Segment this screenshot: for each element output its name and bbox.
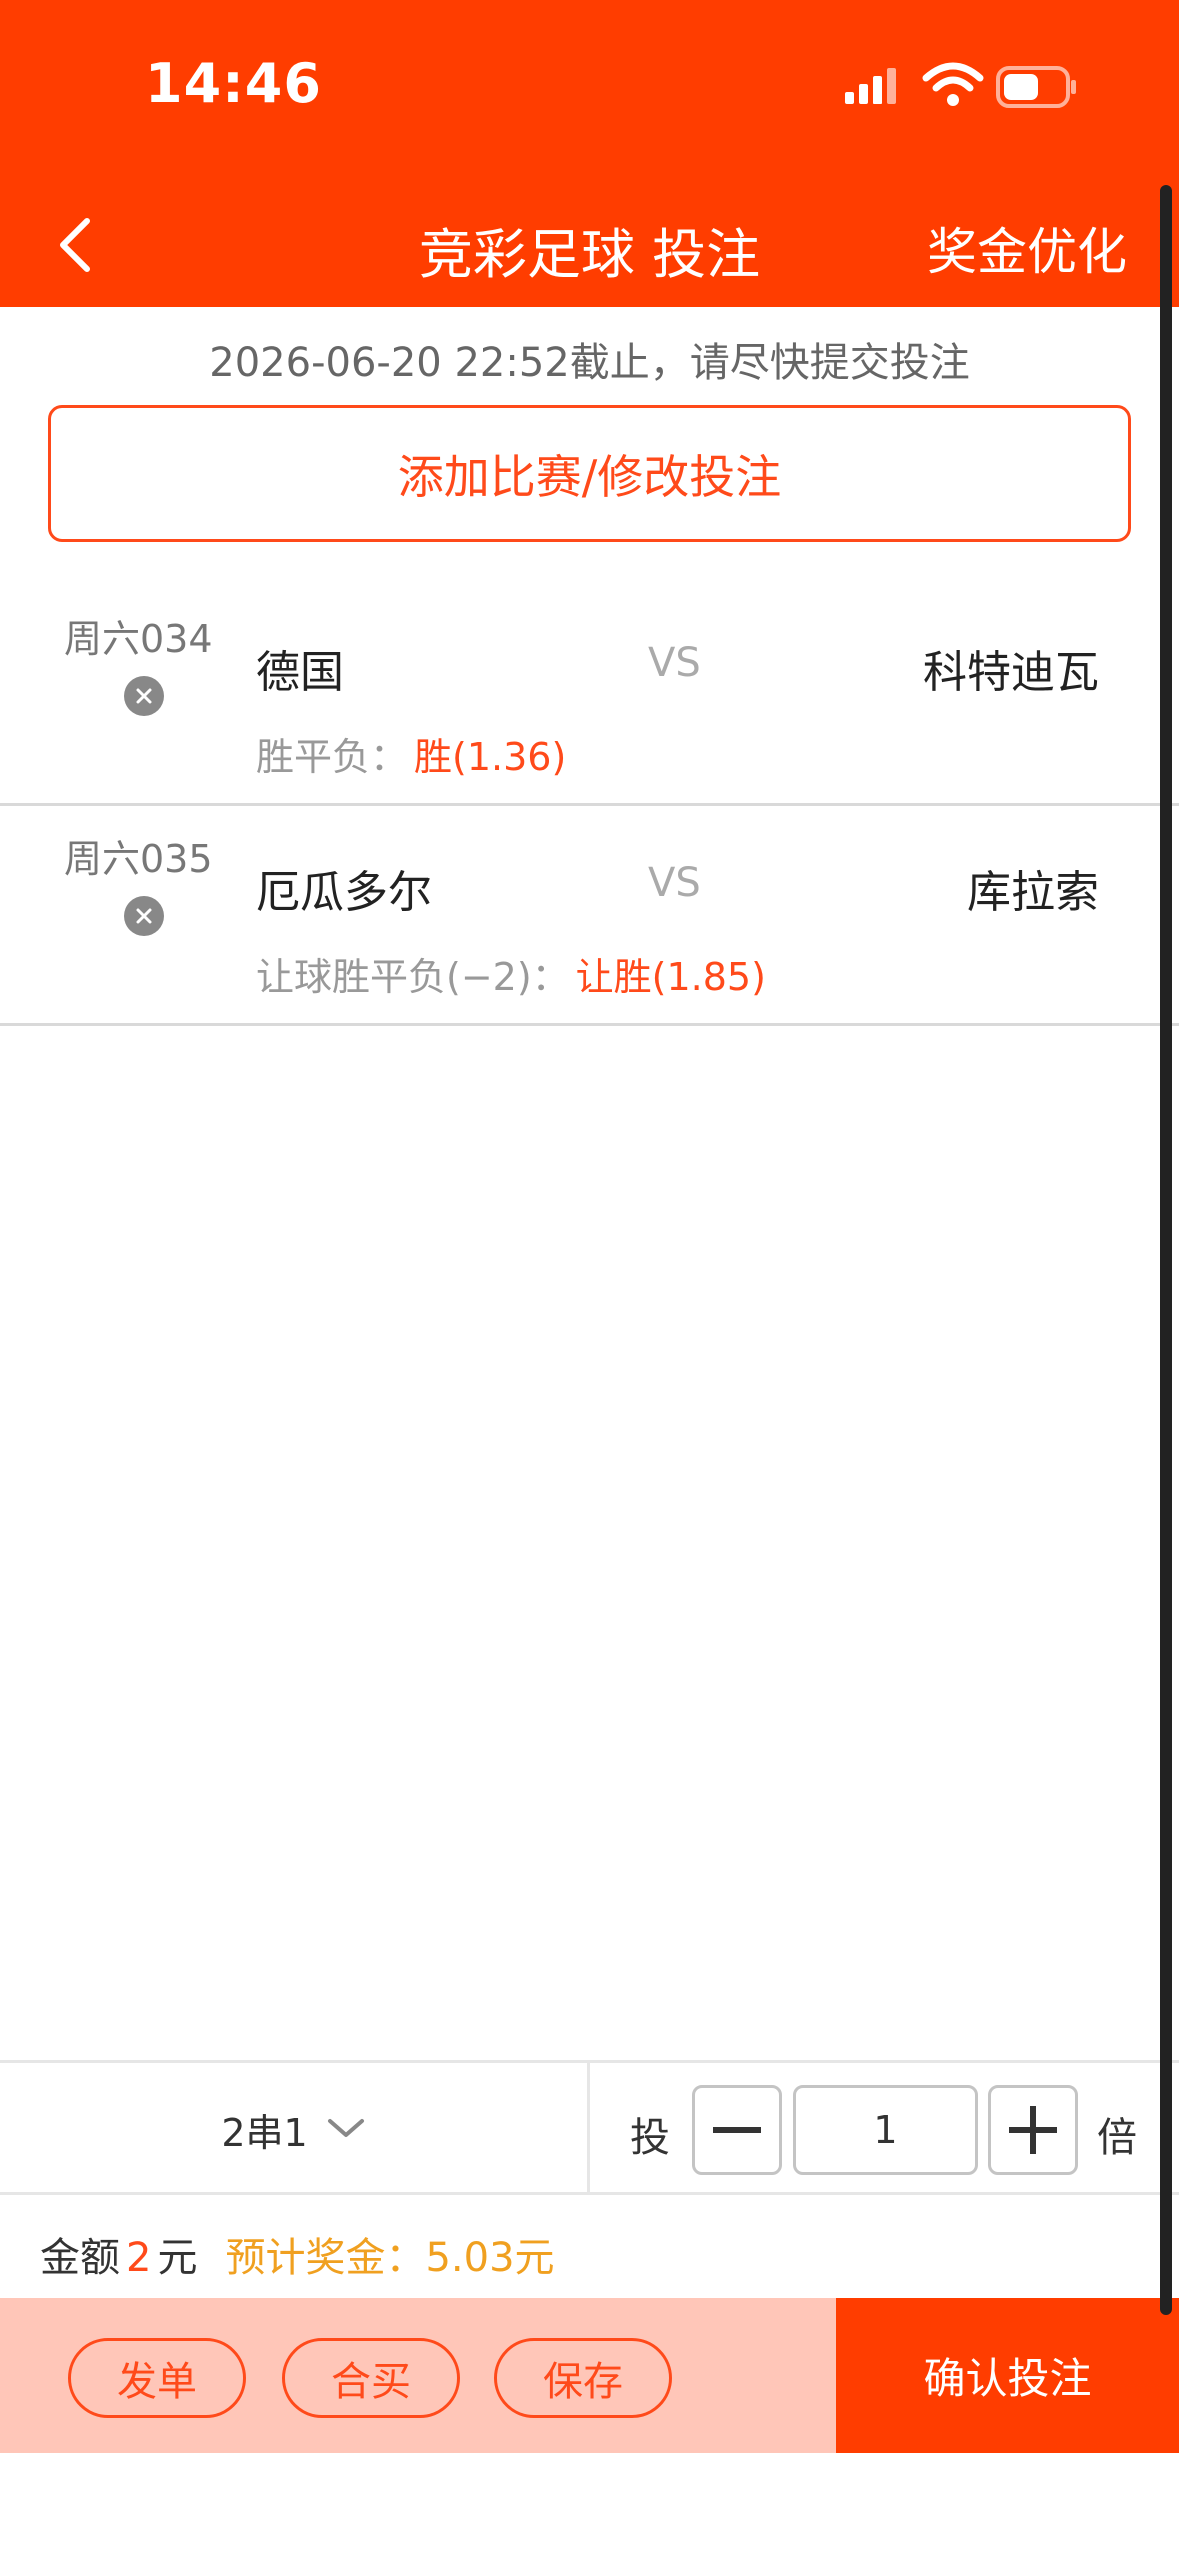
close-icon: [136, 908, 152, 924]
minus-icon: [713, 2127, 761, 2133]
amount-value: 2: [126, 2235, 152, 2281]
bet-pick: 让胜(1.85): [575, 955, 766, 999]
bet-type: 让球胜平负(−2)： 让胜(1.85): [256, 946, 766, 1001]
home-team: 厄瓜多尔: [256, 867, 432, 918]
bet-type: 胜平负： 胜(1.36): [256, 726, 566, 781]
add-match-button[interactable]: 添加比赛/修改投注: [48, 405, 1131, 542]
group-buy-button[interactable]: 合买: [282, 2338, 460, 2418]
bet-type-label: 胜平负：: [256, 735, 409, 779]
action-bar: 发单 合买 保存 确认投注: [0, 2298, 1179, 2453]
bet-type-label: 让球胜平负(−2)：: [256, 955, 570, 999]
chevron-down-icon: [327, 2119, 364, 2137]
pass-type-select[interactable]: 2串1: [0, 2063, 590, 2195]
plus-icon: [1009, 2106, 1057, 2154]
away-team: 科特迪瓦: [923, 647, 1099, 698]
multiplier-suffix: 倍: [1097, 2115, 1137, 2161]
status-time: 14:46: [145, 52, 322, 115]
confirm-bet-button[interactable]: 确认投注: [836, 2298, 1179, 2453]
bet-config-bar: 2串1 投 1 倍: [0, 2060, 1179, 2195]
multiplier-input[interactable]: 1: [793, 2085, 978, 2175]
close-icon: [136, 688, 152, 704]
increase-multiplier-button[interactable]: [988, 2085, 1078, 2175]
prize-label: 预计奖金：: [225, 2235, 426, 2281]
amount-label: 金额: [40, 2235, 120, 2281]
amount-summary: 金额 2 元预计奖金：5.03元: [40, 2225, 555, 2283]
save-button[interactable]: 保存: [494, 2338, 672, 2418]
bet-pick: 胜(1.36): [414, 735, 567, 779]
wifi-icon: [922, 62, 984, 106]
match-row: 周六035 厄瓜多尔 VS 库拉索 让球胜平负(−2)： 让胜(1.85): [0, 806, 1179, 1026]
share-order-button[interactable]: 发单: [68, 2338, 246, 2418]
match-row: 周六034 德国 VS 科特迪瓦 胜平负： 胜(1.36): [0, 586, 1179, 806]
remove-match-button[interactable]: [124, 896, 164, 936]
prize-optimize-button[interactable]: 奖金优化: [927, 212, 1127, 284]
remove-match-button[interactable]: [124, 676, 164, 716]
battery-icon: [996, 66, 1076, 108]
amount-unit: 元: [157, 2235, 198, 2281]
match-number: 周六034: [64, 617, 213, 661]
prize-value: 5.03元: [425, 2235, 555, 2281]
vs-label: VS: [648, 860, 701, 906]
away-team: 库拉索: [967, 867, 1099, 918]
header: 14:46 竞彩足球 投注 奖金优化: [0, 0, 1179, 307]
match-number: 周六035: [64, 837, 213, 881]
cellular-signal-icon: [845, 68, 896, 104]
vs-label: VS: [648, 640, 701, 686]
deadline-notice: 2026-06-20 22:52截止，请尽快提交投注: [209, 340, 970, 386]
scrollbar[interactable]: [1160, 185, 1172, 2315]
home-team: 德国: [256, 647, 344, 698]
decrease-multiplier-button[interactable]: [692, 2085, 782, 2175]
multiplier-prefix: 投: [630, 2115, 670, 2161]
pass-type-label: 2串1: [221, 2110, 308, 2155]
